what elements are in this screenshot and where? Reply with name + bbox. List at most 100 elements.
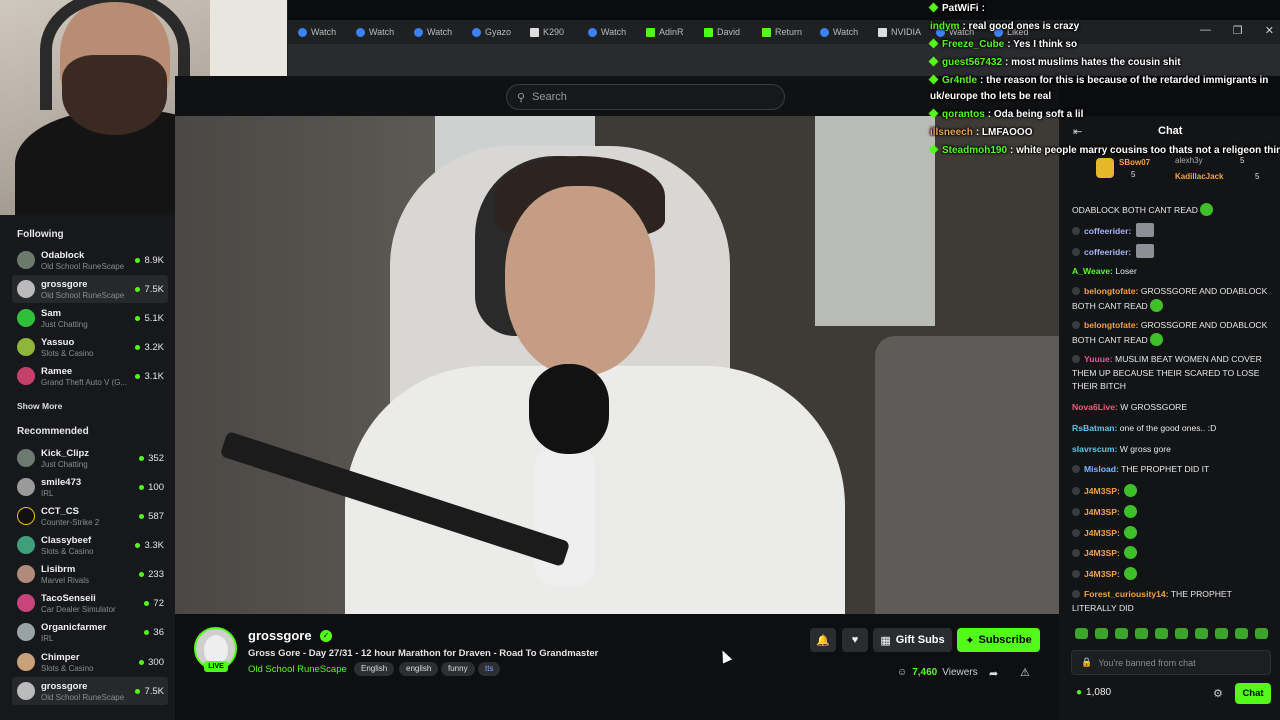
x-logo-icon <box>878 27 887 37</box>
leader-name[interactable]: KadillacJack <box>1175 172 1223 181</box>
channel-category: Counter-Strike 2 <box>41 517 100 527</box>
channel-name: grossgore <box>41 680 88 692</box>
emote-icon[interactable] <box>1195 628 1208 639</box>
overlay-chat-line: Gr4ntle: the reason for this is because … <box>928 74 1268 86</box>
chat-input[interactable]: 🔒 You're banned from chat <box>1071 650 1271 675</box>
sidebar-channel-grossgore[interactable]: grossgore Old School RuneScape 7.5K <box>12 275 168 303</box>
chat-message: RsBatman: one of the good ones.. :D <box>1072 423 1217 433</box>
emote-icon[interactable] <box>1075 628 1088 639</box>
overlay-chat-line: PatWiFi: <box>928 2 985 14</box>
sidebar-channel-sam[interactable]: Sam Just Chatting 5.1K <box>12 304 168 332</box>
sidebar-channel-smile473[interactable]: smile473 IRL 100 <box>12 473 168 501</box>
send-chat-button[interactable]: Chat <box>1235 683 1271 704</box>
viewer-count-display: ☺ 7,460 Viewers <box>897 667 978 678</box>
chat-input-placeholder: You're banned from chat <box>1098 657 1196 668</box>
subscribe-button[interactable]: ✦ Subscribe <box>957 628 1040 652</box>
follow-button[interactable]: ♥ <box>842 628 868 652</box>
sidebar-channel-organicfarmer[interactable]: Organicfarmer IRL 36 <box>12 618 168 646</box>
browser-tab[interactable]: AdinR <box>636 27 694 37</box>
avatar <box>17 536 35 554</box>
viewer-label: Viewers <box>942 667 978 678</box>
sidebar-channel-ramee[interactable]: Ramee Grand Theft Auto V (G... 3.1K <box>12 362 168 390</box>
live-dot-icon <box>135 688 141 694</box>
avatar <box>17 594 35 612</box>
gear-icon[interactable]: ⚙ <box>1213 687 1223 700</box>
badge-icon <box>1072 465 1080 473</box>
emote-icon[interactable] <box>1235 628 1248 639</box>
minimize-button[interactable]: — <box>1200 24 1211 37</box>
browser-tab[interactable]: Watch <box>404 27 462 37</box>
badge-icon <box>1072 549 1080 557</box>
leader-name[interactable]: SBow07 <box>1119 158 1150 167</box>
live-dot-icon <box>144 600 150 606</box>
emote-bar <box>1075 628 1275 639</box>
badge-icon <box>1072 529 1080 537</box>
browser-tab[interactable]: Return <box>752 27 810 37</box>
chat-message: slavrscum: W gross gore <box>1072 444 1171 454</box>
channel-category: Old School RuneScape <box>41 692 125 702</box>
sidebar-channel-classybeef[interactable]: Classybeef Slots & Casino 3.3K <box>12 531 168 559</box>
channel-category: Car Dealer Simulator <box>41 604 116 614</box>
leader-count: 5 <box>1240 156 1245 165</box>
browser-tab[interactable]: Watch <box>578 27 636 37</box>
browser-tab[interactable]: Gyazo <box>462 27 520 37</box>
browser-tab[interactable]: NVIDIA <box>868 27 926 37</box>
overlay-chat-line: uk/europe tho lets be real <box>930 91 1052 102</box>
browser-tab[interactable]: Watch <box>288 27 346 37</box>
tab-favicon-icon <box>414 27 423 37</box>
gift-subs-button[interactable]: ▦ Gift Subs <box>873 628 952 652</box>
live-dot-icon <box>135 542 141 548</box>
browser-tab[interactable]: Watch <box>346 27 404 37</box>
overlay-chat-line: Steadmoh190: white people marry cousins … <box>928 144 1280 156</box>
emote-icon[interactable] <box>1135 628 1148 639</box>
emote-icon[interactable] <box>1155 628 1168 639</box>
browser-tab[interactable]: K290 <box>520 27 578 37</box>
kick-logo-icon <box>704 27 713 37</box>
viewer-count: 233 <box>148 568 164 580</box>
maximize-button[interactable]: ❐ <box>1233 24 1243 37</box>
recommended-heading: Recommended <box>17 426 89 437</box>
channel-points[interactable]: ● 1,080 <box>1076 687 1111 698</box>
heart-icon: ♥ <box>851 634 859 646</box>
sidebar-channel-chimper[interactable]: Chimper Slots & Casino 300 <box>12 648 168 676</box>
viewer-count: 7.5K <box>144 685 164 697</box>
video-player[interactable] <box>175 116 1059 614</box>
show-more-button[interactable]: Show More <box>17 401 62 411</box>
chat-message: Nova6Live: W GROSSGORE <box>1072 402 1188 412</box>
sidebar-channel-tacosenseii[interactable]: TacoSenseii Car Dealer Simulator 72 <box>12 589 168 617</box>
channel-name: Classybeef <box>41 534 92 546</box>
close-window-button[interactable]: ✕ <box>1265 24 1274 37</box>
tag-funny[interactable]: funny <box>441 662 475 676</box>
emote-icon[interactable] <box>1115 628 1128 639</box>
tag-english[interactable]: English <box>354 662 395 676</box>
sidebar-channel-yassuo[interactable]: Yassuo Slots & Casino 3.2K <box>12 333 168 361</box>
share-icon[interactable]: ➦ <box>989 667 998 680</box>
sidebar-channel-lisibrm[interactable]: Lisibrm Marvel Rivals 233 <box>12 560 168 588</box>
channel-category: Old School RuneScape <box>41 290 125 300</box>
emote-icon[interactable] <box>1215 628 1228 639</box>
streamer-name[interactable]: grossgore <box>248 628 312 643</box>
sidebar-channel-cct-cs[interactable]: CCT_CS Counter-Strike 2 587 <box>12 502 168 530</box>
chat-message: ODABLOCK BOTH CANT READ <box>1072 203 1276 218</box>
sidebar-channel-odablock[interactable]: Odablock Old School RuneScape 8.9K <box>12 246 168 274</box>
browser-tab[interactable]: David <box>694 27 752 37</box>
avatar <box>17 449 35 467</box>
report-icon[interactable]: ⚠ <box>1020 666 1030 679</box>
sidebar-channel-kick-clipz[interactable]: Kick_Clipz Just Chatting 352 <box>12 444 168 472</box>
emote-icon <box>1124 567 1138 580</box>
search-input[interactable]: ⚲ Search <box>506 84 785 110</box>
channel-category: IRL <box>41 488 54 498</box>
leader-name[interactable]: alexh3y <box>1175 156 1203 165</box>
emote-icon[interactable] <box>1255 628 1268 639</box>
badge-icon <box>1072 248 1080 256</box>
emote-icon[interactable] <box>1095 628 1108 639</box>
tag-english-lower[interactable]: english <box>399 662 439 676</box>
emote-icon[interactable] <box>1175 628 1188 639</box>
tag-tts[interactable]: tts <box>478 662 501 676</box>
stream-category-link[interactable]: Old School RuneScape <box>248 664 347 675</box>
notification-button[interactable]: 🔔 <box>810 628 836 652</box>
browser-tab[interactable]: Watch <box>810 27 868 37</box>
channel-category: Slots & Casino <box>41 348 94 358</box>
sidebar-channel-grossgore-rec[interactable]: grossgore Old School RuneScape 7.5K <box>12 677 168 705</box>
collapse-chat-icon[interactable]: ⇤ <box>1073 125 1082 138</box>
